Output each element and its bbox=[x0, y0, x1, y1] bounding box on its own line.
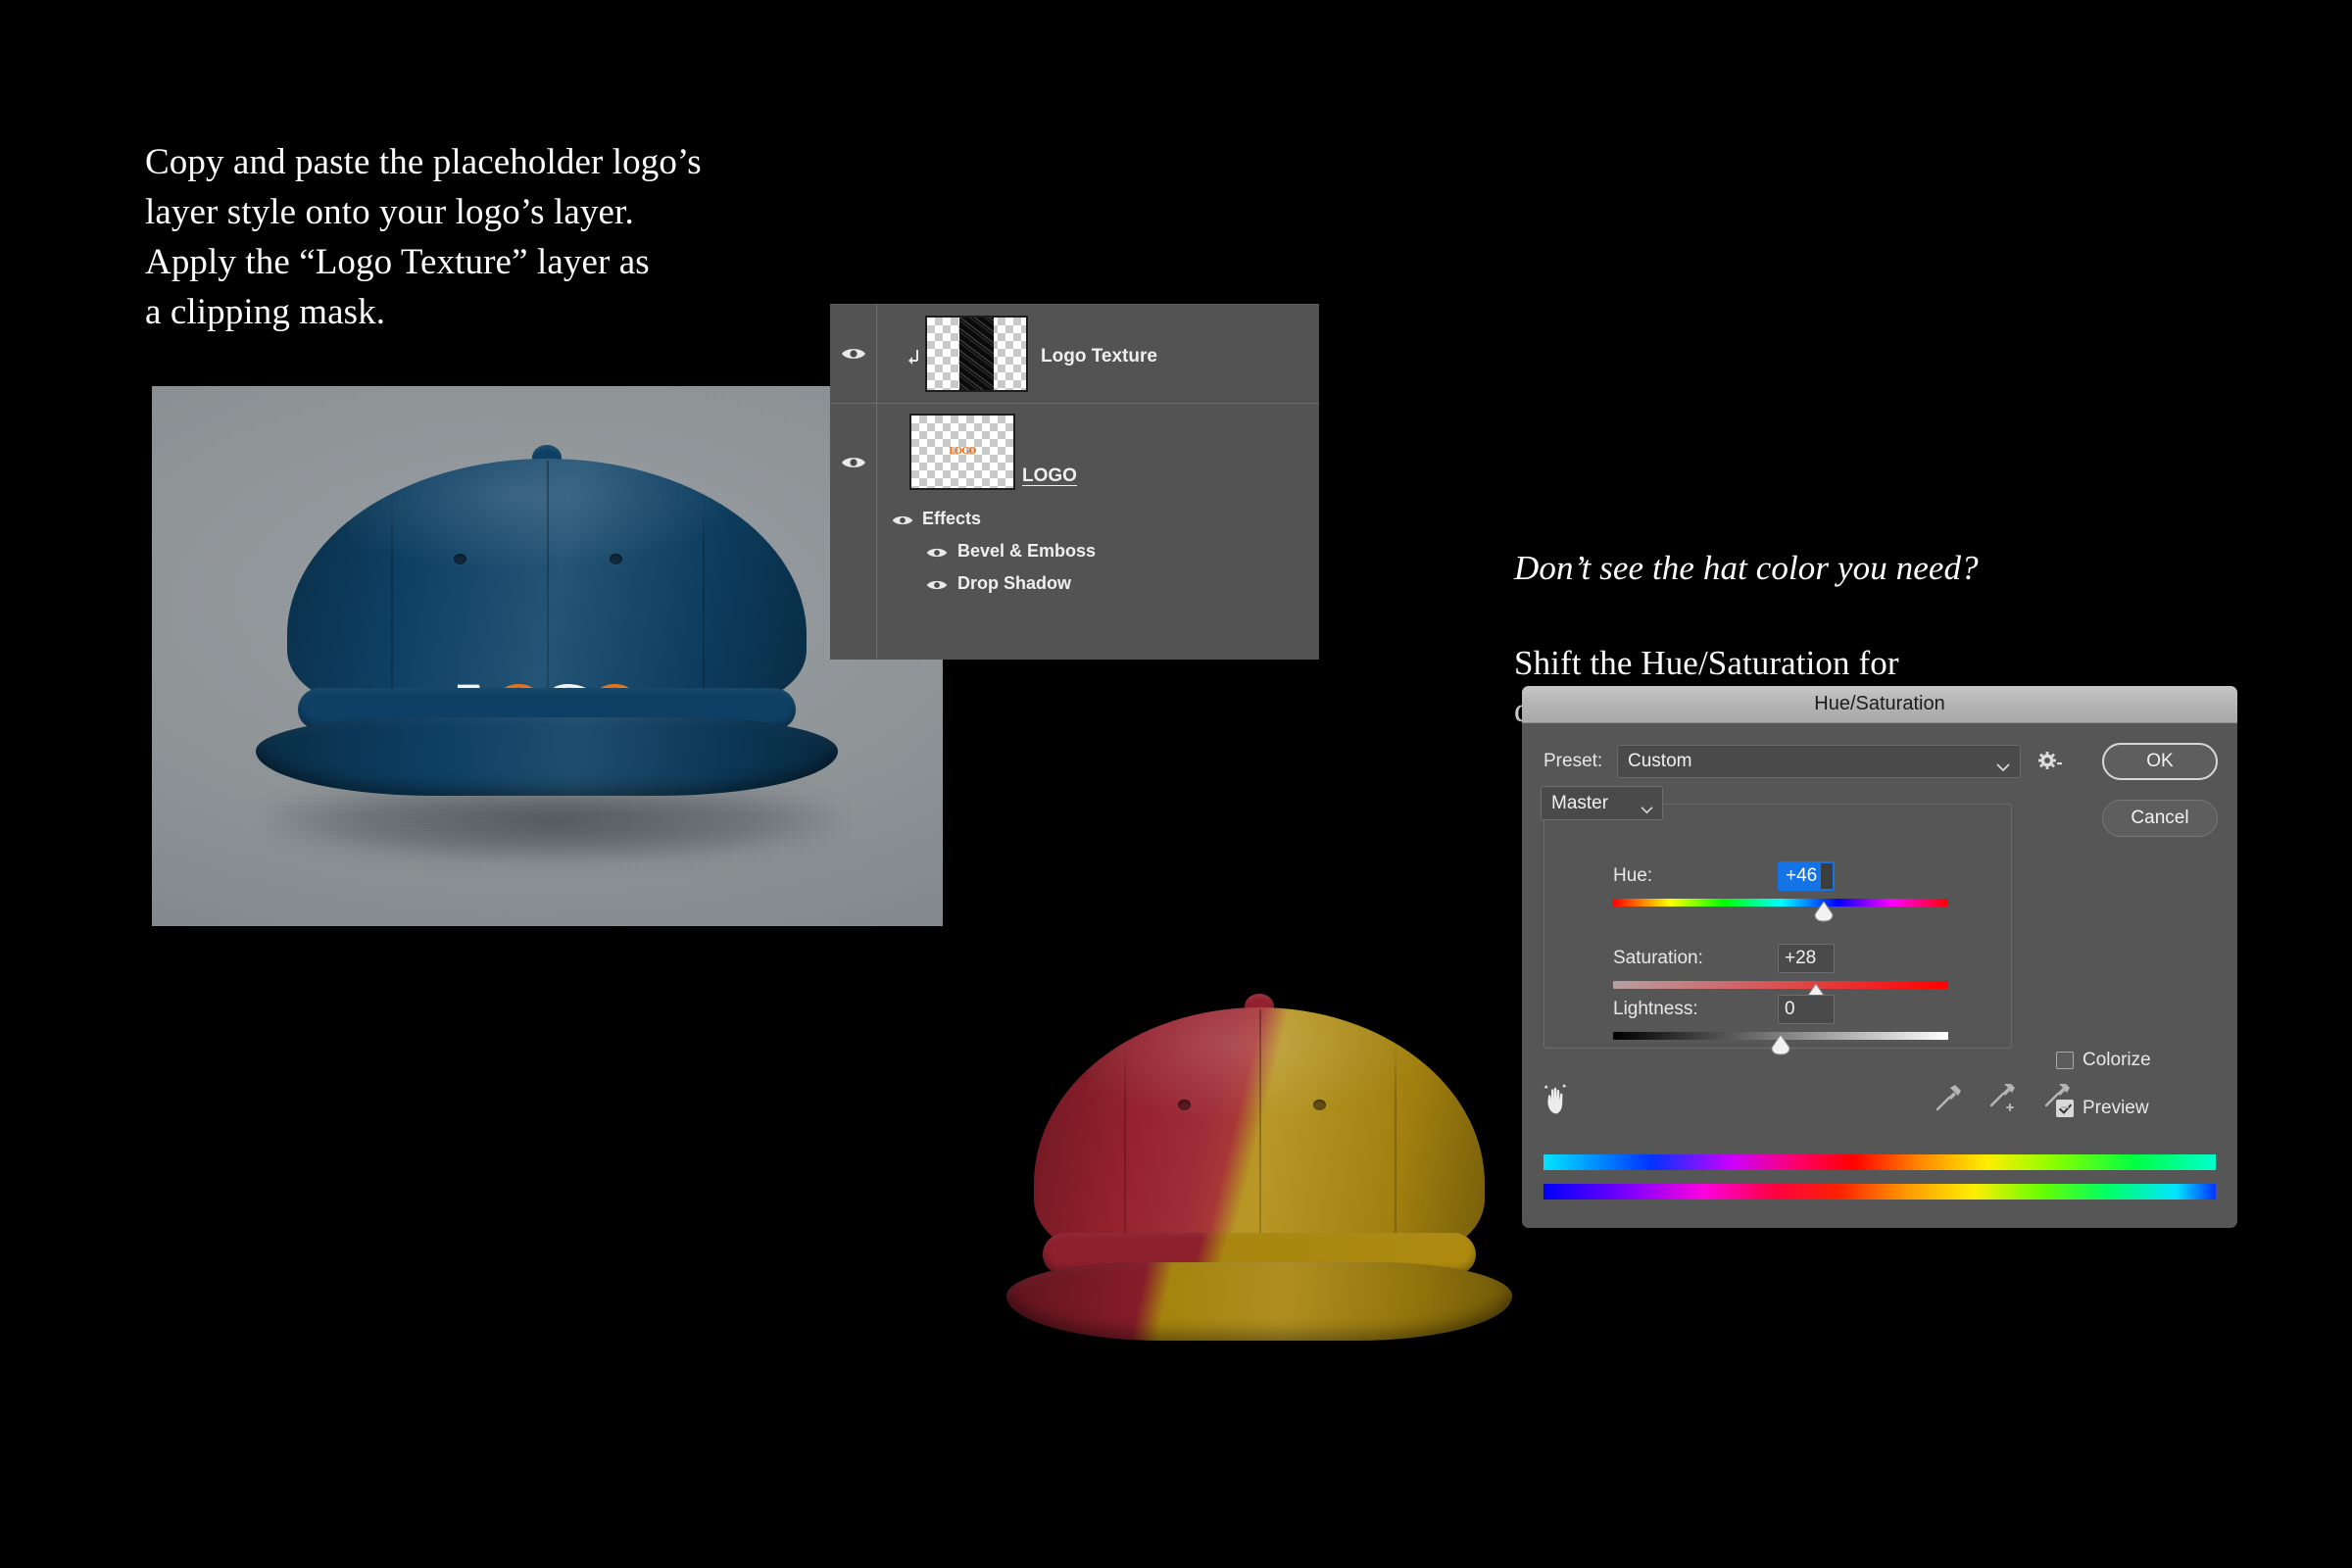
gear-icon[interactable] bbox=[2037, 750, 2063, 773]
preset-dropdown[interactable]: Custom bbox=[1617, 745, 2021, 778]
channel-value: Master bbox=[1551, 792, 1609, 813]
ok-button[interactable]: OK bbox=[2102, 743, 2218, 780]
layer-effect-drop-shadow[interactable]: Drop Shadow bbox=[830, 566, 1319, 599]
layer-row-logo[interactable]: LOGO LOGO Effects Bevel & Emboss Drop Sh… bbox=[830, 404, 1319, 659]
clipping-mask-arrow-icon bbox=[906, 349, 921, 367]
lightness-label: Lightness: bbox=[1613, 999, 1698, 1019]
hue-slider-thumb[interactable] bbox=[1813, 902, 1835, 922]
preset-value: Custom bbox=[1628, 751, 1692, 771]
hat-center-seam bbox=[547, 461, 549, 706]
hue-value-field[interactable]: +46 bbox=[1778, 861, 1835, 891]
effects-label: Effects bbox=[922, 509, 982, 528]
two-tone-hat bbox=[1006, 980, 1512, 1343]
colorize-checkbox[interactable] bbox=[2056, 1052, 2074, 1069]
two-tone-brim bbox=[1006, 1262, 1512, 1341]
layer-thumbnail-logo[interactable]: LOGO bbox=[909, 414, 1015, 490]
two-tone-right-seam bbox=[1395, 1041, 1396, 1245]
saturation-label: Saturation: bbox=[1613, 948, 1703, 968]
lightness-value: 0 bbox=[1785, 999, 1795, 1019]
eye-icon[interactable] bbox=[841, 455, 866, 470]
layer-name-logo[interactable]: LOGO bbox=[1022, 466, 1077, 487]
saturation-value: +28 bbox=[1785, 948, 1817, 968]
dialog-title: Hue/Saturation bbox=[1814, 693, 1945, 714]
hue-saturation-dialog[interactable]: Hue/Saturation Preset: Custom OK Cancel … bbox=[1522, 686, 2237, 1228]
hue-slider-track[interactable] bbox=[1613, 899, 1948, 906]
eye-icon[interactable] bbox=[926, 576, 948, 590]
hat-right-seam bbox=[703, 492, 705, 696]
eyedropper-icon[interactable] bbox=[1934, 1084, 1963, 1113]
channel-group: Master Hue: +46 Saturation: +28 Lightnes… bbox=[1540, 785, 2012, 1055]
cancel-button-label: Cancel bbox=[2131, 808, 2189, 828]
saturation-slider-track[interactable] bbox=[1613, 981, 1948, 989]
dialog-body: Preset: Custom OK Cancel Master Hue: +46… bbox=[1522, 723, 2237, 1228]
colorize-label: Colorize bbox=[2082, 1050, 2151, 1070]
cancel-button[interactable]: Cancel bbox=[2102, 800, 2218, 837]
brim-shading bbox=[256, 717, 838, 796]
hat-left-seam bbox=[391, 492, 393, 696]
saturation-value-field[interactable]: +28 bbox=[1778, 944, 1835, 973]
eyedropper-subtract-icon[interactable] bbox=[2043, 1082, 2073, 1113]
chevron-down-icon bbox=[1996, 757, 2010, 778]
layer-visibility-cell[interactable] bbox=[830, 304, 877, 403]
hat-brim bbox=[256, 717, 838, 796]
eye-icon[interactable] bbox=[926, 544, 948, 558]
texture-noise bbox=[959, 318, 994, 390]
eye-icon[interactable] bbox=[841, 346, 866, 362]
layer-thumbnail-texture[interactable] bbox=[925, 316, 1028, 392]
dialog-titlebar: Hue/Saturation bbox=[1522, 686, 2237, 723]
preset-label: Preset: bbox=[1544, 751, 1603, 771]
two-tone-center-seam bbox=[1259, 1009, 1261, 1254]
instruction-right-question: Don’t see the hat color you need? bbox=[1514, 549, 1979, 588]
hue-spectrum-bar-bottom bbox=[1544, 1184, 2216, 1200]
navy-hat: LOGO bbox=[256, 431, 838, 843]
layer-name-logo-texture[interactable]: Logo Texture bbox=[1041, 346, 1157, 368]
hue-spectrum-bar-top bbox=[1544, 1154, 2216, 1170]
two-tone-brim-shading bbox=[1006, 1262, 1512, 1341]
hat-eyelet-left bbox=[453, 554, 466, 564]
lightness-value-field[interactable]: 0 bbox=[1778, 995, 1835, 1024]
layers-panel[interactable]: Logo Texture LOGO LOGO Effects Bevel & E… bbox=[830, 304, 1319, 660]
chevron-down-icon bbox=[1641, 799, 1653, 820]
channel-dropdown[interactable]: Master bbox=[1541, 786, 1663, 820]
slide-canvas: Copy and paste the placeholder logo’s la… bbox=[0, 0, 2352, 1568]
layer-row-logo-texture[interactable]: Logo Texture bbox=[830, 304, 1319, 404]
navy-hat-photo: LOGO bbox=[152, 386, 943, 926]
layer-effects-group[interactable]: Effects bbox=[830, 502, 1319, 534]
lightness-slider-thumb[interactable] bbox=[1770, 1035, 1791, 1055]
hue-value: +46 bbox=[1780, 863, 1822, 889]
hat-eyelet-right bbox=[609, 554, 622, 564]
effect-label-bevel-emboss: Bevel & Emboss bbox=[957, 541, 1097, 561]
hue-label: Hue: bbox=[1613, 865, 1653, 886]
instruction-text-left: Copy and paste the placeholder logo’s la… bbox=[145, 142, 702, 333]
two-tone-left-seam bbox=[1124, 1041, 1126, 1245]
preview-label: Preview bbox=[2082, 1098, 2149, 1118]
effect-label-drop-shadow: Drop Shadow bbox=[957, 573, 1071, 593]
eye-icon[interactable] bbox=[892, 512, 913, 525]
scrubby-hand-icon[interactable] bbox=[1544, 1082, 1573, 1115]
eyedropper-group bbox=[1934, 1082, 2073, 1113]
layer-effect-bevel-emboss[interactable]: Bevel & Emboss bbox=[830, 534, 1319, 566]
ok-button-label: OK bbox=[2146, 751, 2174, 771]
colorize-checkbox-row[interactable]: Colorize bbox=[2056, 1050, 2151, 1071]
logo-thumbnail-text: LOGO bbox=[949, 447, 976, 457]
eyedropper-add-icon[interactable] bbox=[1988, 1082, 2018, 1113]
